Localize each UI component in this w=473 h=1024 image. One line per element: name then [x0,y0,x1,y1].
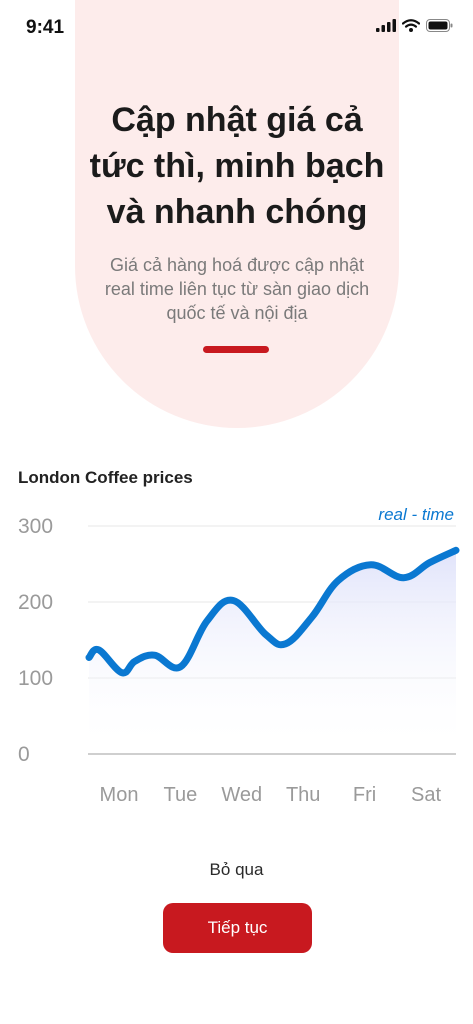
price-chart: 0 100 200 300 Mon Tue Wed Thu Fri Sat real - time [18,505,460,806]
headline-line: Cập nhật giá cả [111,101,363,139]
subtitle-line: Giá cả hàng hoá được cập nhật [109,255,365,275]
battery-icon [426,19,453,32]
subtitle-line: real time liên tục từ sàn giao dịch [104,279,370,299]
x-tick-label: Mon [100,784,139,806]
status-time: 9:41 [26,17,65,38]
y-tick-label: 200 [18,591,53,614]
chart-title: London Coffee prices [18,468,193,487]
skip-button[interactable]: Bỏ qua [0,860,473,880]
status-icons [376,19,453,32]
x-tick-label: Sat [411,784,441,806]
continue-button[interactable]: Tiếp tục [163,903,312,953]
x-tick-label: Wed [221,784,262,806]
realtime-label: real - time [378,505,454,524]
page-indicator [203,346,269,353]
x-tick-label: Tue [164,784,198,806]
headline-line: tức thì, minh bạch [89,147,385,185]
y-tick-label: 0 [18,743,30,766]
subtitle-line: quốc tế và nội địa [166,303,308,323]
x-tick-label: Fri [353,784,376,806]
wifi-icon [402,19,420,32]
x-tick-label: Thu [286,784,320,806]
y-tick-label: 100 [18,667,53,690]
y-tick-label: 300 [18,515,53,538]
signal-icon [376,19,396,32]
status-bar: 9:41 [0,0,473,56]
onboarding-subtitle: Giá cả hàng hoá được cập nhật real time … [75,253,399,325]
onboarding-headline: Cập nhật giá cả tức thì, minh bạch và nh… [75,97,399,235]
headline-line: và nhanh chóng [106,193,368,231]
